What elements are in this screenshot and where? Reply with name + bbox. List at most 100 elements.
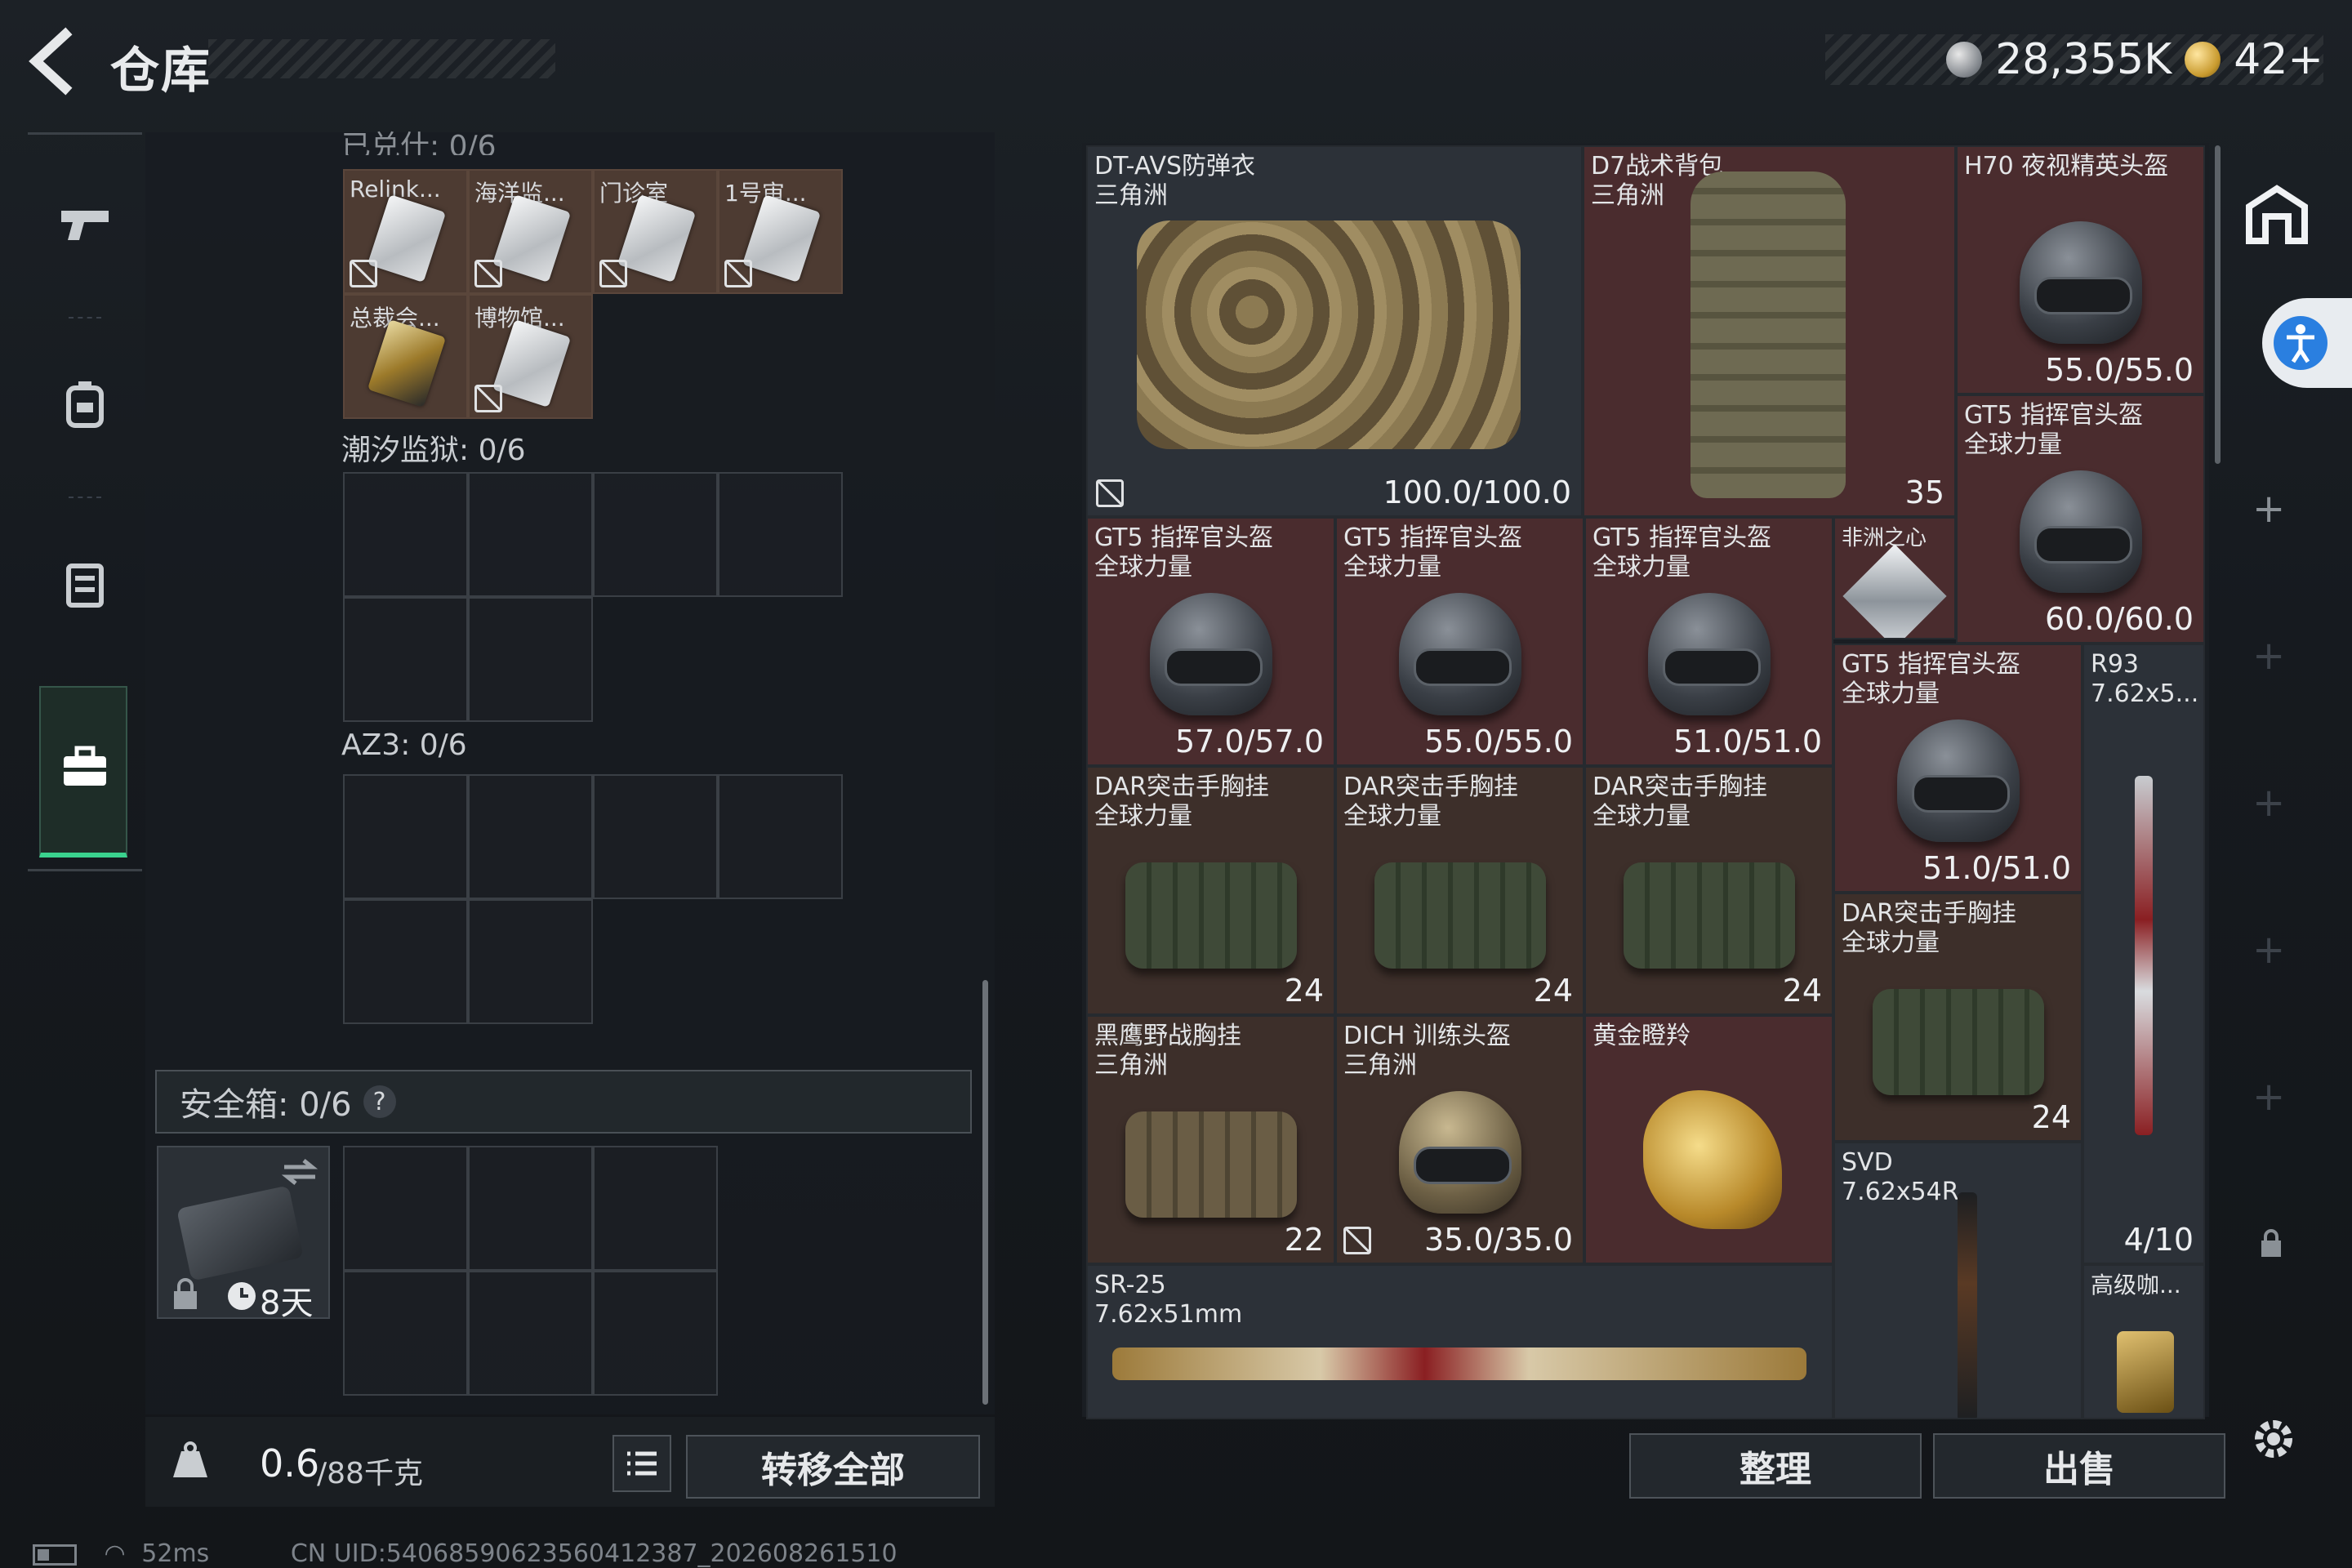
stash-item[interactable]: GT5 指挥官头盔 全球力量 51.0/51.0 xyxy=(1584,517,1833,766)
safe-box-item[interactable]: 8天 xyxy=(157,1146,330,1322)
lock-icon xyxy=(2261,1229,2281,1257)
item-value: 51.0/51.0 xyxy=(1673,724,1822,760)
clock-icon xyxy=(228,1282,256,1310)
stash-item[interactable]: 黑鹰野战胸挂 三角洲 22 xyxy=(1086,1015,1335,1264)
item-label: 高级咖... xyxy=(2091,1272,2181,1298)
stash-item[interactable]: SVD 7.62x54R xyxy=(1833,1142,2082,1419)
key-item[interactable]: 海洋监... xyxy=(468,169,593,294)
empty-slot[interactable] xyxy=(343,472,468,597)
item-value: 24 xyxy=(1782,973,1822,1009)
nav-armor[interactable] xyxy=(28,502,142,666)
section-title: 潮汐监狱: 0/6 xyxy=(341,434,526,467)
item-label: 黄金瞪羚 xyxy=(1592,1022,1690,1050)
helmet-image xyxy=(1398,592,1521,715)
empty-slot[interactable] xyxy=(468,1271,593,1396)
warehouse-icon[interactable] xyxy=(2244,184,2310,246)
empty-slot[interactable] xyxy=(343,774,468,899)
item-label: R93 7.62x5... xyxy=(2091,650,2199,708)
nav-toolbox[interactable] xyxy=(39,686,127,858)
gold-gazelle-image xyxy=(1643,1090,1782,1229)
accessibility-icon xyxy=(2274,316,2328,370)
empty-slot[interactable] xyxy=(343,899,468,1024)
nav-weapons[interactable] xyxy=(28,143,142,306)
key-item[interactable]: 1号审... xyxy=(718,169,843,294)
stash-item[interactable]: GT5 指挥官头盔 全球力量 51.0/51.0 xyxy=(1833,644,2082,893)
item-label: 黑鹰野战胸挂 三角洲 xyxy=(1094,1022,1241,1080)
key-item[interactable]: Relink... xyxy=(343,169,468,294)
stash-item[interactable]: 非洲之心 xyxy=(1833,517,1956,639)
helmet-image xyxy=(2019,470,2142,593)
empty-slot[interactable] xyxy=(343,1146,468,1271)
chest-rig-image xyxy=(1125,1111,1297,1218)
add-tab-icon[interactable]: + xyxy=(2252,1074,2285,1120)
coffee-image xyxy=(2117,1331,2174,1413)
settings-icon[interactable] xyxy=(2247,1413,2300,1465)
stash-item[interactable]: 高级咖... xyxy=(2082,1264,2205,1419)
stash-item[interactable]: GT5 指挥官头盔 全球力量 60.0/60.0 xyxy=(1956,394,2205,644)
stash-item[interactable]: H70 夜视精英头盔 55.0/55.0 xyxy=(1956,145,2205,394)
stash-item[interactable]: R93 7.62x5... 4/10 xyxy=(2082,644,2205,1264)
empty-slot[interactable] xyxy=(593,1146,718,1271)
toolbox-icon xyxy=(64,746,106,786)
key-item[interactable]: 门诊室 xyxy=(593,169,718,294)
stash-scrollbar[interactable] xyxy=(2215,145,2221,464)
stash-item[interactable]: DT-AVS防弹衣 三角洲 100.0/100.0 xyxy=(1086,145,1583,517)
gold-amount[interactable]: 42+ xyxy=(2234,35,2323,84)
no-insure-icon xyxy=(474,260,502,287)
empty-slot[interactable] xyxy=(468,472,593,597)
sort-button[interactable]: 整理 xyxy=(1629,1433,1922,1499)
title-decoration xyxy=(208,39,555,78)
nav-backpack[interactable] xyxy=(28,323,142,486)
stash-item[interactable]: DAR突击手胸挂 全球力量 24 xyxy=(1086,766,1335,1015)
empty-slot[interactable] xyxy=(718,774,843,899)
stash-item[interactable]: D7战术背包 三角洲 35 xyxy=(1583,145,1956,517)
no-insure-icon xyxy=(350,260,377,287)
empty-slot[interactable] xyxy=(468,597,593,722)
list-view-button[interactable] xyxy=(612,1435,671,1492)
status-bar: ◠ 52ms CN UID:5406859062356041238​7_2026… xyxy=(33,1539,898,1568)
item-value: 55.0/55.0 xyxy=(1423,724,1573,760)
stash-item[interactable]: DICH 训练头盔 三角洲 35.0/35.0 xyxy=(1335,1015,1584,1264)
left-scrollbar[interactable] xyxy=(982,980,988,1405)
stash-item[interactable]: DAR突击手胸挂 全球力量 24 xyxy=(1584,766,1833,1015)
item-label: DAR突击手胸挂 全球力量 xyxy=(1842,899,2016,957)
gun-icon xyxy=(61,211,109,240)
no-insure-icon xyxy=(474,385,502,412)
stash-item[interactable]: SR-25 7.62x51mm xyxy=(1086,1264,1833,1419)
vest-icon xyxy=(66,564,104,608)
list-icon xyxy=(627,1451,657,1476)
empty-slot[interactable] xyxy=(343,1271,468,1396)
sell-button[interactable]: 出售 xyxy=(1933,1433,2225,1499)
transfer-all-button[interactable]: 转移全部 xyxy=(686,1435,980,1499)
diamond-image xyxy=(1842,544,1947,638)
no-insure-icon xyxy=(1096,479,1124,507)
item-label: DAR突击手胸挂 全球力量 xyxy=(1343,773,1518,831)
empty-slot[interactable] xyxy=(468,774,593,899)
item-label: SVD 7.62x54R xyxy=(1842,1148,1959,1206)
swap-icon[interactable] xyxy=(279,1156,320,1188)
empty-slot[interactable] xyxy=(593,472,718,597)
back-button[interactable] xyxy=(24,24,82,98)
key-item[interactable]: 博物馆... xyxy=(468,294,593,419)
helmet-image xyxy=(1149,592,1272,715)
stash-item[interactable]: DAR突击手胸挂 全球力量 24 xyxy=(1335,766,1584,1015)
empty-slot[interactable] xyxy=(593,1271,718,1396)
help-icon[interactable]: ? xyxy=(363,1085,396,1118)
add-tab-icon[interactable]: + xyxy=(2252,927,2285,973)
stash-item[interactable]: 黄金瞪羚 xyxy=(1584,1015,1833,1264)
stash-item[interactable]: GT5 指挥官头盔 全球力量 57.0/57.0 xyxy=(1086,517,1335,766)
empty-slot[interactable] xyxy=(718,472,843,597)
add-tab-icon[interactable]: + xyxy=(2252,486,2285,532)
empty-slot[interactable] xyxy=(468,1146,593,1271)
empty-slot[interactable] xyxy=(468,899,593,1024)
empty-slot[interactable] xyxy=(593,774,718,899)
stash-item[interactable]: GT5 指挥官头盔 全球力量 55.0/55.0 xyxy=(1335,517,1584,766)
key-item[interactable]: 总裁会... xyxy=(343,294,468,419)
add-tab-icon[interactable]: + xyxy=(2252,633,2285,679)
add-tab-icon[interactable]: + xyxy=(2252,780,2285,826)
accessibility-button[interactable] xyxy=(2262,298,2352,388)
no-insure-icon xyxy=(724,260,752,287)
helmet-image xyxy=(1896,719,2020,842)
stash-item[interactable]: DAR突击手胸挂 全球力量 24 xyxy=(1833,893,2082,1142)
empty-slot[interactable] xyxy=(343,597,468,722)
